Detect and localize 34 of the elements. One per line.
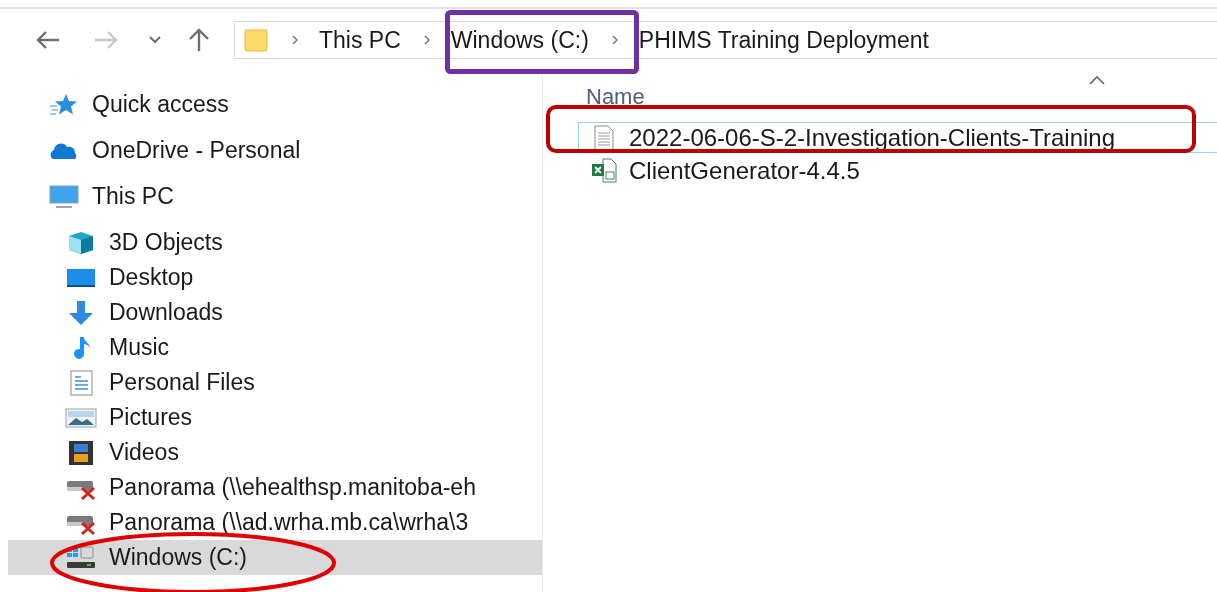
sidebar-item[interactable]: Videos [8,435,542,470]
address-bar[interactable]: This PC Windows (C:) PHIMS Training Deployment [234,21,1217,59]
sidebar-item[interactable]: Desktop [8,260,542,295]
sidebar-item[interactable]: Personal Files [8,365,542,400]
sidebar-item[interactable]: OneDrive - Personal [8,133,542,168]
sidebar-item[interactable]: Panorama (\\ehealthsp.manitoba-eh [8,470,542,505]
sidebar-item[interactable]: Quick access [8,87,542,122]
spreadsheet-file-icon [591,157,617,184]
file-name: 2022-06-06-S-2-Investigation-Clients-Training [629,123,1115,152]
sidebar-item[interactable]: Music [8,330,542,365]
forward-arrow-icon [93,30,119,50]
sidebar-item[interactable]: Downloads [8,295,542,330]
sidebar-item[interactable]: Windows (C:) [8,540,542,575]
file-name: ClientGenerator-4.4.5 [629,156,860,185]
sidebar-item[interactable]: Panorama (\\ad.wrha.mb.ca\wrha\3 [8,505,542,540]
drive-icon [65,544,97,571]
monitor-icon [48,183,80,210]
back-arrow-icon [35,30,61,50]
breadcrumb[interactable]: PHIMS Training Deployment [638,26,929,54]
file-row[interactable]: ClientGenerator-4.4.5 [578,155,1217,186]
folder-icon [243,27,269,53]
breadcrumb[interactable]: Windows (C:) [450,26,589,54]
text-file-icon [591,124,617,151]
file-row[interactable]: 2022-06-06-S-2-Investigation-Clients-Training [578,122,1217,153]
chevron-right-icon [291,34,299,46]
column-header[interactable]: Name [586,84,645,110]
chevron-down-icon [148,35,162,45]
chevron-right-icon [422,34,431,46]
breadcrumb[interactable]: This PC [319,26,401,54]
chevron-right-icon [610,34,619,46]
sidebar-item[interactable]: 3D Objects [8,225,542,260]
sidebar-item[interactable]: Pictures [8,400,542,435]
up-arrow-icon [188,28,210,52]
sidebar-item[interactable]: This PC [8,179,542,214]
